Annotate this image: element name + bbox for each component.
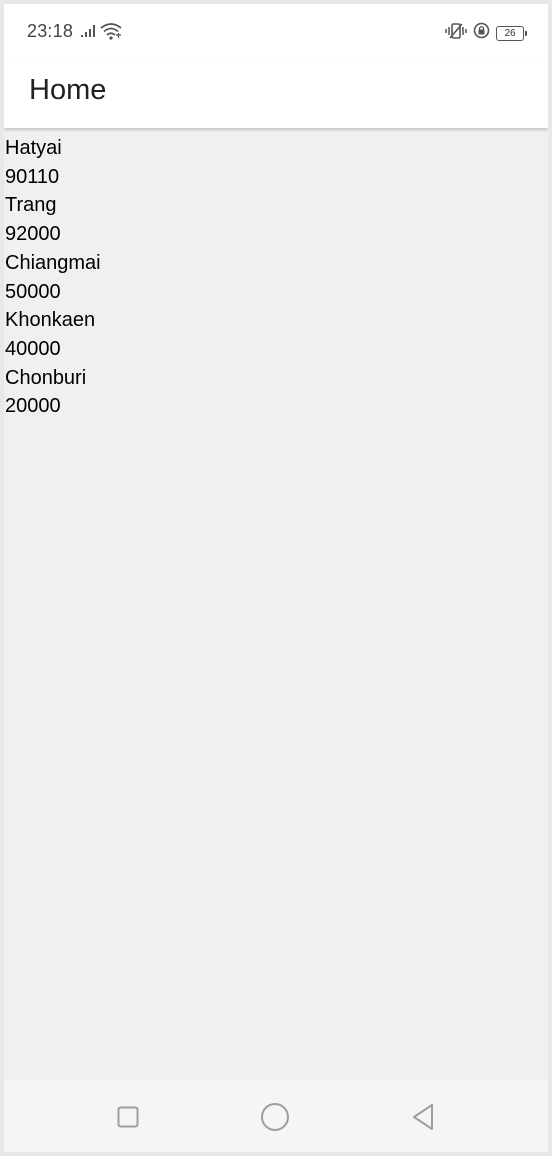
list-item-city: Chiangmai [5, 251, 101, 274]
vibrate-icon [445, 22, 467, 44]
list-item-postcode: 90110 [5, 165, 60, 188]
navigation-bar [4, 1080, 548, 1152]
list-item-city: Chonburi [5, 366, 87, 389]
list-item-postcode: 92000 [5, 223, 61, 246]
list-item-postcode: 40000 [5, 337, 61, 360]
status-bar: 23:18 26 [4, 4, 548, 60]
app-bar: Home [4, 60, 548, 128]
battery-icon: 26 [496, 25, 527, 41]
page-title: Home [29, 74, 107, 106]
list-item-postcode: 20000 [5, 395, 61, 418]
rotation-lock-icon [473, 22, 490, 44]
list-item-city: Trang [5, 194, 57, 217]
content-list: Hatyai 90110 Trang 92000 Chiangmai 50000… [5, 134, 545, 421]
back-button[interactable] [408, 1102, 438, 1132]
back-triangle-icon [413, 1104, 433, 1130]
list-item-postcode: 50000 [5, 280, 61, 303]
phone-screen: 23:18 26 Home Hatyai 90110 Trang 92000 C… [4, 4, 548, 1152]
home-circle-icon [261, 1103, 289, 1131]
status-right-icons: 26 [445, 22, 527, 44]
list-item-city: Khonkaen [5, 309, 96, 332]
home-button[interactable] [260, 1102, 290, 1132]
wifi-icon [100, 22, 122, 45]
signal-icon [80, 24, 96, 43]
status-time: 23:18 [27, 21, 74, 41]
recents-button[interactable] [113, 1102, 143, 1132]
status-left-icons [80, 22, 122, 45]
list-item-city: Hatyai [5, 137, 62, 159]
recents-square-icon [117, 1106, 139, 1128]
